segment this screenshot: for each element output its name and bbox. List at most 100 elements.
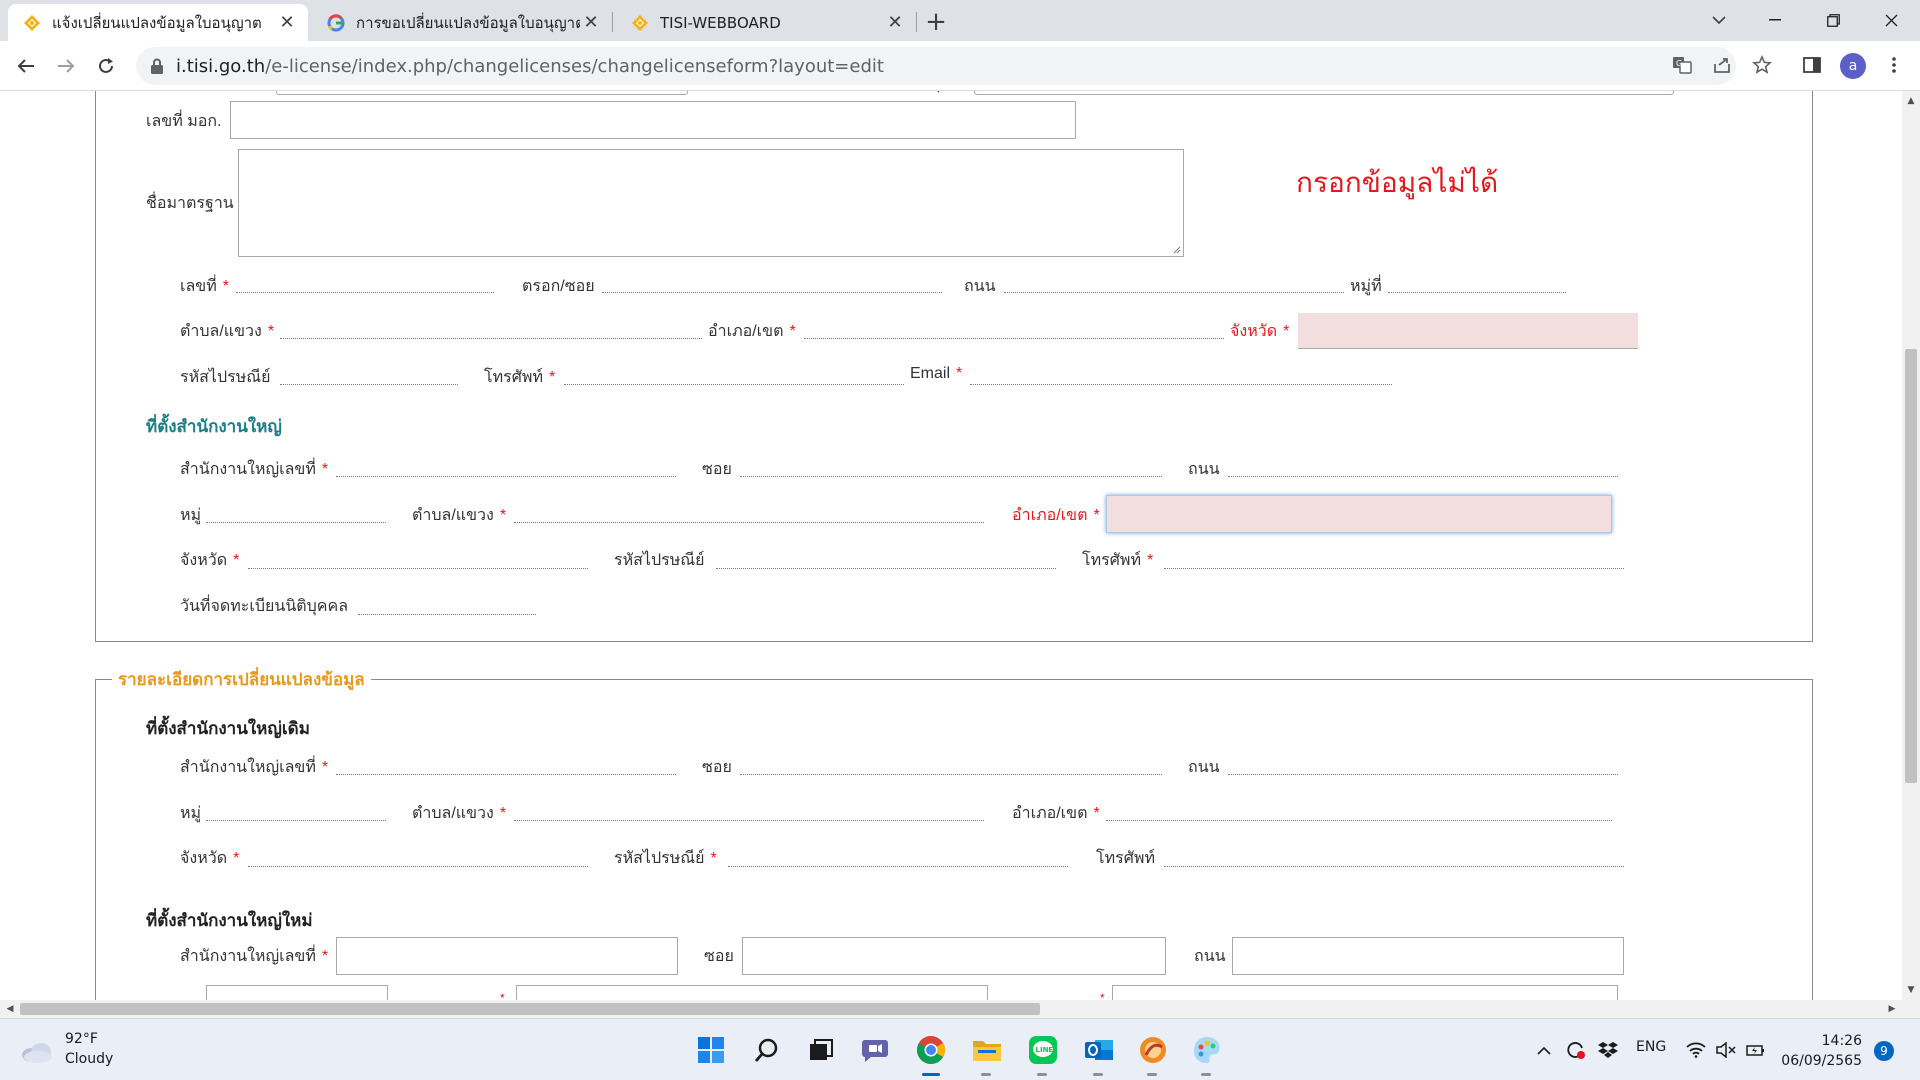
language-indicator[interactable]: ENG: [1636, 1039, 1666, 1055]
chrome-running-indicator: [922, 1073, 940, 1076]
scroll-down-arrow-icon[interactable]: ▼: [1902, 982, 1920, 998]
email-input[interactable]: [970, 353, 1392, 385]
ho-registration-date-label: วันที่จดทะเบียนนิติบุคคล: [180, 598, 349, 615]
tab-title: TISI-WEBBOARD: [660, 13, 781, 32]
ho-postcode-input[interactable]: [716, 537, 1056, 569]
old-road-label: ถนน: [1188, 759, 1220, 776]
horizontal-scrollbar[interactable]: ◀ ▶: [0, 1000, 1920, 1018]
chevron-up-icon[interactable]: [1534, 1033, 1554, 1067]
weather-description[interactable]: Cloudy: [65, 1051, 113, 1067]
ho-province-label: จังหวัด *: [180, 552, 240, 569]
ho-phone-label: โทรศัพท์ *: [1082, 552, 1154, 569]
task-view-icon[interactable]: [804, 1033, 838, 1067]
forward-arrow-icon[interactable]: [50, 50, 82, 82]
back-arrow-icon[interactable]: [10, 50, 42, 82]
tab-close-icon[interactable]: ✕: [580, 12, 602, 34]
ho-subdistrict-input[interactable]: [514, 491, 984, 523]
tab-search-chevron-icon[interactable]: [1696, 0, 1742, 40]
app-paint-icon[interactable]: [1190, 1033, 1224, 1067]
vertical-scroll-thumb[interactable]: [1905, 349, 1917, 783]
windows-start-icon[interactable]: [694, 1033, 728, 1067]
profile-avatar[interactable]: a: [1840, 53, 1866, 79]
horizontal-scroll-thumb[interactable]: [20, 1003, 1040, 1015]
new-subdistrict-input[interactable]: [516, 985, 988, 1000]
district-input[interactable]: [804, 307, 1224, 339]
share-icon[interactable]: [1708, 51, 1736, 79]
old-soi-label: ซอย: [702, 759, 732, 776]
battery-charging-icon[interactable]: [1744, 1033, 1768, 1067]
old-postcode-input[interactable]: [728, 835, 1068, 867]
tab-google-search[interactable]: การขอเปลี่ยนแปลงข้อมูลใบอนุญาต สมอ ✕: [312, 4, 612, 41]
search-icon[interactable]: [750, 1033, 784, 1067]
new-soi-input[interactable]: [742, 937, 1166, 975]
teams-chat-icon[interactable]: [858, 1033, 892, 1067]
chrome-icon[interactable]: [914, 1033, 948, 1067]
old-subdistrict-input[interactable]: [514, 789, 984, 821]
ho-soi-input[interactable]: [740, 445, 1162, 477]
ho-moo-input[interactable]: [206, 491, 386, 523]
number-input[interactable]: [236, 261, 494, 293]
minimize-icon[interactable]: [1752, 0, 1798, 40]
ho-road-input[interactable]: [1228, 445, 1618, 477]
dropbox-icon[interactable]: [1596, 1033, 1620, 1067]
lock-icon[interactable]: [150, 58, 164, 74]
ho-district-input[interactable]: [1106, 495, 1612, 533]
new-moo-input[interactable]: [206, 985, 388, 1000]
old-number-input[interactable]: [336, 743, 676, 775]
file-explorer-icon[interactable]: [970, 1033, 1004, 1067]
ho-number-input[interactable]: [336, 445, 676, 477]
volume-muted-icon[interactable]: [1714, 1033, 1738, 1067]
reload-icon[interactable]: [90, 50, 122, 82]
translate-icon[interactable]: G: [1668, 51, 1696, 79]
tab-change-license[interactable]: แจ้งเปลี่ยนแปลงข้อมูลใบอนุญาต ✕: [8, 4, 308, 41]
tab-close-icon[interactable]: ✕: [884, 12, 906, 34]
road-input[interactable]: [1004, 261, 1344, 293]
phone-input[interactable]: [564, 353, 904, 385]
new-district-input[interactable]: [1112, 985, 1618, 1000]
new-number-input[interactable]: [336, 937, 678, 975]
scroll-right-arrow-icon[interactable]: ▶: [1884, 1000, 1900, 1018]
cloudy-weather-icon[interactable]: [20, 1035, 54, 1069]
sync-alert-icon[interactable]: [1564, 1033, 1588, 1067]
old-road-input[interactable]: [1228, 743, 1618, 775]
old-soi-input[interactable]: [740, 743, 1162, 775]
bookmark-star-icon[interactable]: [1748, 51, 1776, 79]
ho-soi-label: ซอย: [702, 461, 732, 478]
resize-handle-icon[interactable]: [1171, 244, 1181, 254]
province-input[interactable]: [1298, 313, 1638, 349]
side-panel-icon[interactable]: [1798, 51, 1826, 79]
tab-close-icon[interactable]: ✕: [276, 12, 298, 34]
postcode-input[interactable]: [280, 353, 458, 385]
restore-icon[interactable]: [1810, 0, 1856, 40]
alley-input[interactable]: [602, 261, 942, 293]
wifi-icon[interactable]: [1684, 1033, 1708, 1067]
weather-temperature[interactable]: 92°F: [65, 1031, 98, 1047]
outlook-icon[interactable]: [1082, 1033, 1116, 1067]
notification-badge[interactable]: 9: [1874, 1041, 1894, 1061]
moo-input[interactable]: [1388, 261, 1566, 293]
change-details-legend: รายละเอียดการเปลี่ยนแปลงข้อมูล: [112, 666, 371, 693]
line-app-icon[interactable]: LINE: [1026, 1033, 1060, 1067]
new-tab-button[interactable]: +: [922, 7, 950, 37]
subdistrict-input[interactable]: [280, 307, 702, 339]
standard-name-textarea[interactable]: [238, 149, 1184, 257]
mok-number-input[interactable]: [230, 101, 1076, 139]
old-phone-input[interactable]: [1164, 835, 1624, 867]
ho-registration-date-input[interactable]: [358, 583, 536, 615]
ho-road-label: ถนน: [1188, 461, 1220, 478]
close-window-icon[interactable]: [1868, 0, 1914, 40]
kebab-menu-icon[interactable]: [1880, 51, 1908, 79]
ho-province-input[interactable]: [248, 537, 588, 569]
app-orange-icon[interactable]: [1136, 1033, 1170, 1067]
address-bar[interactable]: i.tisi.go.th/e-license/index.php/changel…: [136, 47, 1736, 85]
ho-phone-input[interactable]: [1164, 537, 1624, 569]
old-moo-input[interactable]: [206, 789, 386, 821]
tab-tisi-webboard[interactable]: TISI-WEBBOARD ✕: [616, 4, 916, 41]
scroll-left-arrow-icon[interactable]: ◀: [2, 1000, 18, 1018]
new-road-input[interactable]: [1232, 937, 1624, 975]
old-district-input[interactable]: [1106, 789, 1612, 821]
old-province-input[interactable]: [248, 835, 588, 867]
scroll-up-arrow-icon[interactable]: ▲: [1902, 93, 1920, 109]
vertical-scrollbar[interactable]: ▲ ▼: [1902, 91, 1920, 1000]
system-clock[interactable]: 14:26 06/09/2565: [1780, 1031, 1862, 1071]
